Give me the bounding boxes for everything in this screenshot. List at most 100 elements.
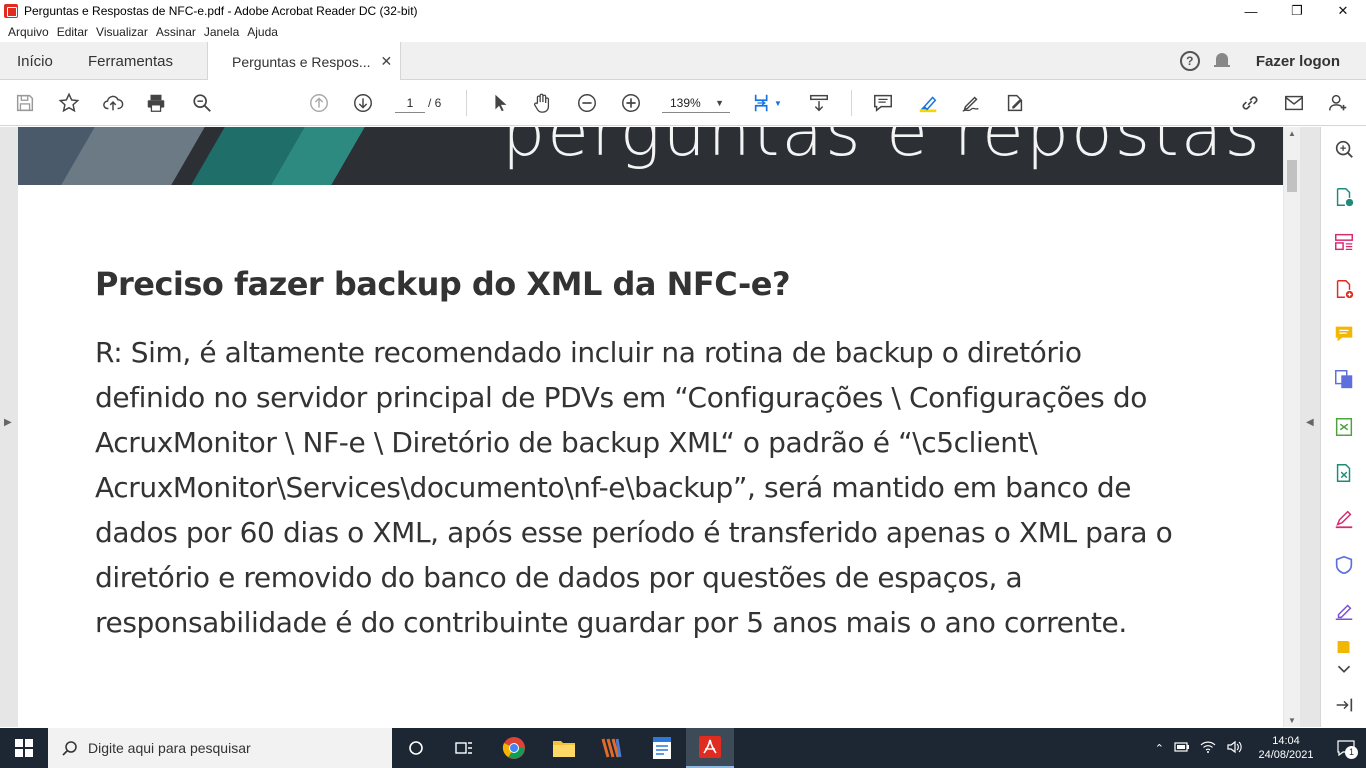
wifi-icon[interactable]	[1200, 741, 1216, 756]
toolbar-separator	[466, 90, 467, 116]
search-icon	[62, 740, 78, 756]
zoom-search-icon[interactable]	[190, 91, 214, 115]
menu-assinar[interactable]: Assinar	[156, 25, 196, 39]
acrobat-app-icon	[4, 4, 18, 18]
chrome-icon[interactable]	[490, 728, 538, 768]
help-icon[interactable]: ?	[1179, 51, 1200, 71]
taskbar-search-input[interactable]: Digite aqui para pesquisar	[48, 728, 392, 768]
menu-editar[interactable]: Editar	[57, 25, 88, 39]
previous-page-icon[interactable]	[307, 91, 331, 115]
vertical-scrollbar[interactable]: ▲ ▼	[1284, 127, 1300, 727]
question-heading: Preciso fazer backup do XML da NFC-e?	[95, 265, 791, 303]
acrobat-taskbar-icon[interactable]	[686, 728, 734, 768]
menu-arquivo[interactable]: Arquivo	[8, 25, 49, 39]
clock-time: 14:04	[1272, 735, 1300, 747]
page-banner: perguntas e repostas	[18, 127, 1283, 185]
bookmark-star-icon[interactable]	[57, 91, 81, 115]
answer-line: responsabilidade é do contribuinte guard…	[95, 606, 1127, 639]
combine-files-icon[interactable]	[1332, 367, 1356, 391]
more-tools-icon[interactable]	[1332, 641, 1356, 653]
window-controls: — ❐ ✕	[1228, 0, 1366, 22]
menu-bar: Arquivo Editar Visualizar Assinar Janela…	[0, 22, 1366, 42]
print-icon[interactable]	[144, 91, 168, 115]
fit-options-chevron-icon[interactable]: ▼	[771, 91, 785, 115]
upload-cloud-icon[interactable]	[101, 91, 125, 115]
cortana-icon[interactable]	[392, 728, 440, 768]
scrollbar-thumb[interactable]	[1287, 160, 1297, 192]
notifications-bell-icon[interactable]	[1213, 52, 1230, 70]
zoom-level-value: 139%	[670, 96, 701, 110]
highlight-pen-icon[interactable]	[916, 91, 940, 115]
answer-line: AcruxMonitor \ NF-e \ Diretório de backu…	[95, 426, 1038, 459]
menu-visualizar[interactable]: Visualizar	[96, 25, 148, 39]
protect-shield-icon[interactable]	[1332, 553, 1356, 577]
left-pane-toggle-icon[interactable]: ▶	[4, 417, 12, 428]
page-number-input[interactable]: 1	[395, 93, 425, 113]
scroll-down-arrow-icon[interactable]: ▼	[1288, 716, 1296, 725]
title-bar: Perguntas e Respostas de NFC-e.pdf - Ado…	[0, 0, 1366, 22]
zoom-level-select[interactable]: 139% ▼	[662, 93, 730, 113]
comment-icon[interactable]	[871, 91, 895, 115]
request-signature-icon[interactable]	[1332, 599, 1356, 623]
comment-tool-icon[interactable]	[1332, 322, 1356, 346]
tab-document[interactable]: Perguntas e Respos... ✕	[207, 42, 402, 81]
add-user-icon[interactable]	[1326, 91, 1350, 115]
collapse-pane-icon[interactable]	[1332, 693, 1356, 717]
search-placeholder: Digite aqui para pesquisar	[88, 740, 251, 756]
maximize-button[interactable]: ❐	[1274, 0, 1320, 22]
task-view-icon[interactable]	[440, 728, 488, 768]
email-icon[interactable]	[1282, 91, 1306, 115]
tab-home[interactable]: Início	[17, 42, 53, 80]
export-pdf-icon[interactable]	[1332, 185, 1356, 209]
answer-line: AcruxMonitor\Services\documento\nf-e\bac…	[95, 471, 1132, 504]
menu-janela[interactable]: Janela	[204, 25, 239, 39]
save-icon[interactable]	[13, 91, 37, 115]
show-hidden-icons-chevron-icon[interactable]: ⌃	[1155, 742, 1164, 755]
document-viewer[interactable]: ▶ perguntas e repostas Preciso fazer bac…	[0, 127, 1320, 727]
organize-pages-icon[interactable]	[1332, 230, 1356, 254]
next-page-icon[interactable]	[351, 91, 375, 115]
answer-line: dados por 60 dias o XML, após esse perío…	[95, 516, 1173, 549]
toolbar: 1 / 6 139% ▼ ▼	[0, 80, 1366, 126]
clock-date: 24/08/2021	[1258, 749, 1314, 761]
share-link-icon[interactable]	[1238, 91, 1262, 115]
window-title: Perguntas e Respostas de NFC-e.pdf - Ado…	[24, 4, 418, 18]
search-zoom-icon[interactable]	[1332, 137, 1356, 161]
document-app-icon[interactable]	[638, 728, 686, 768]
menu-ajuda[interactable]: Ajuda	[247, 25, 278, 39]
winrar-app-icon[interactable]	[588, 728, 636, 768]
scrolling-mode-icon[interactable]	[807, 91, 831, 115]
select-cursor-icon[interactable]	[488, 91, 512, 115]
zoom-in-icon[interactable]	[619, 91, 643, 115]
tools-pane	[1320, 127, 1366, 727]
windows-taskbar: Digite aqui para pesquisar ⌃ 14:04 24/08…	[0, 728, 1366, 768]
scroll-up-arrow-icon[interactable]: ▲	[1288, 129, 1296, 138]
volume-icon[interactable]	[1226, 740, 1242, 757]
fill-sign-icon[interactable]	[1003, 91, 1027, 115]
page-total: / 6	[428, 96, 442, 110]
convert-pdf-icon[interactable]	[1332, 461, 1356, 485]
minimize-button[interactable]: —	[1228, 0, 1274, 22]
fill-and-sign-icon[interactable]	[1332, 507, 1356, 531]
draw-signature-icon[interactable]	[959, 91, 983, 115]
notification-center-icon[interactable]: 1	[1326, 740, 1366, 759]
close-tab-icon[interactable]: ✕	[381, 53, 393, 70]
battery-icon[interactable]	[1174, 741, 1190, 756]
toolbar-separator	[851, 90, 852, 116]
expand-tools-chevron-icon[interactable]	[1332, 657, 1356, 681]
banner-title: perguntas e repostas	[502, 127, 1262, 172]
zoom-out-icon[interactable]	[575, 91, 599, 115]
answer-line: diretório e removido do banco de dados p…	[95, 561, 1023, 594]
hand-tool-icon[interactable]	[530, 91, 554, 115]
file-explorer-icon[interactable]	[540, 728, 588, 768]
windows-start-icon[interactable]	[0, 728, 48, 768]
tab-document-label: Perguntas e Respos...	[232, 53, 371, 70]
sign-in-button[interactable]: Fazer logon	[1256, 53, 1340, 70]
right-pane-toggle-icon[interactable]: ◀	[1306, 417, 1314, 428]
compress-pdf-icon[interactable]	[1332, 415, 1356, 439]
close-button[interactable]: ✕	[1320, 0, 1366, 22]
create-pdf-icon[interactable]	[1332, 277, 1356, 301]
tab-tools[interactable]: Ferramentas	[88, 42, 173, 80]
answer-paragraph: R: Sim, é altamente recomendado incluir …	[95, 330, 1235, 645]
system-clock[interactable]: 14:04 24/08/2021	[1246, 734, 1326, 762]
